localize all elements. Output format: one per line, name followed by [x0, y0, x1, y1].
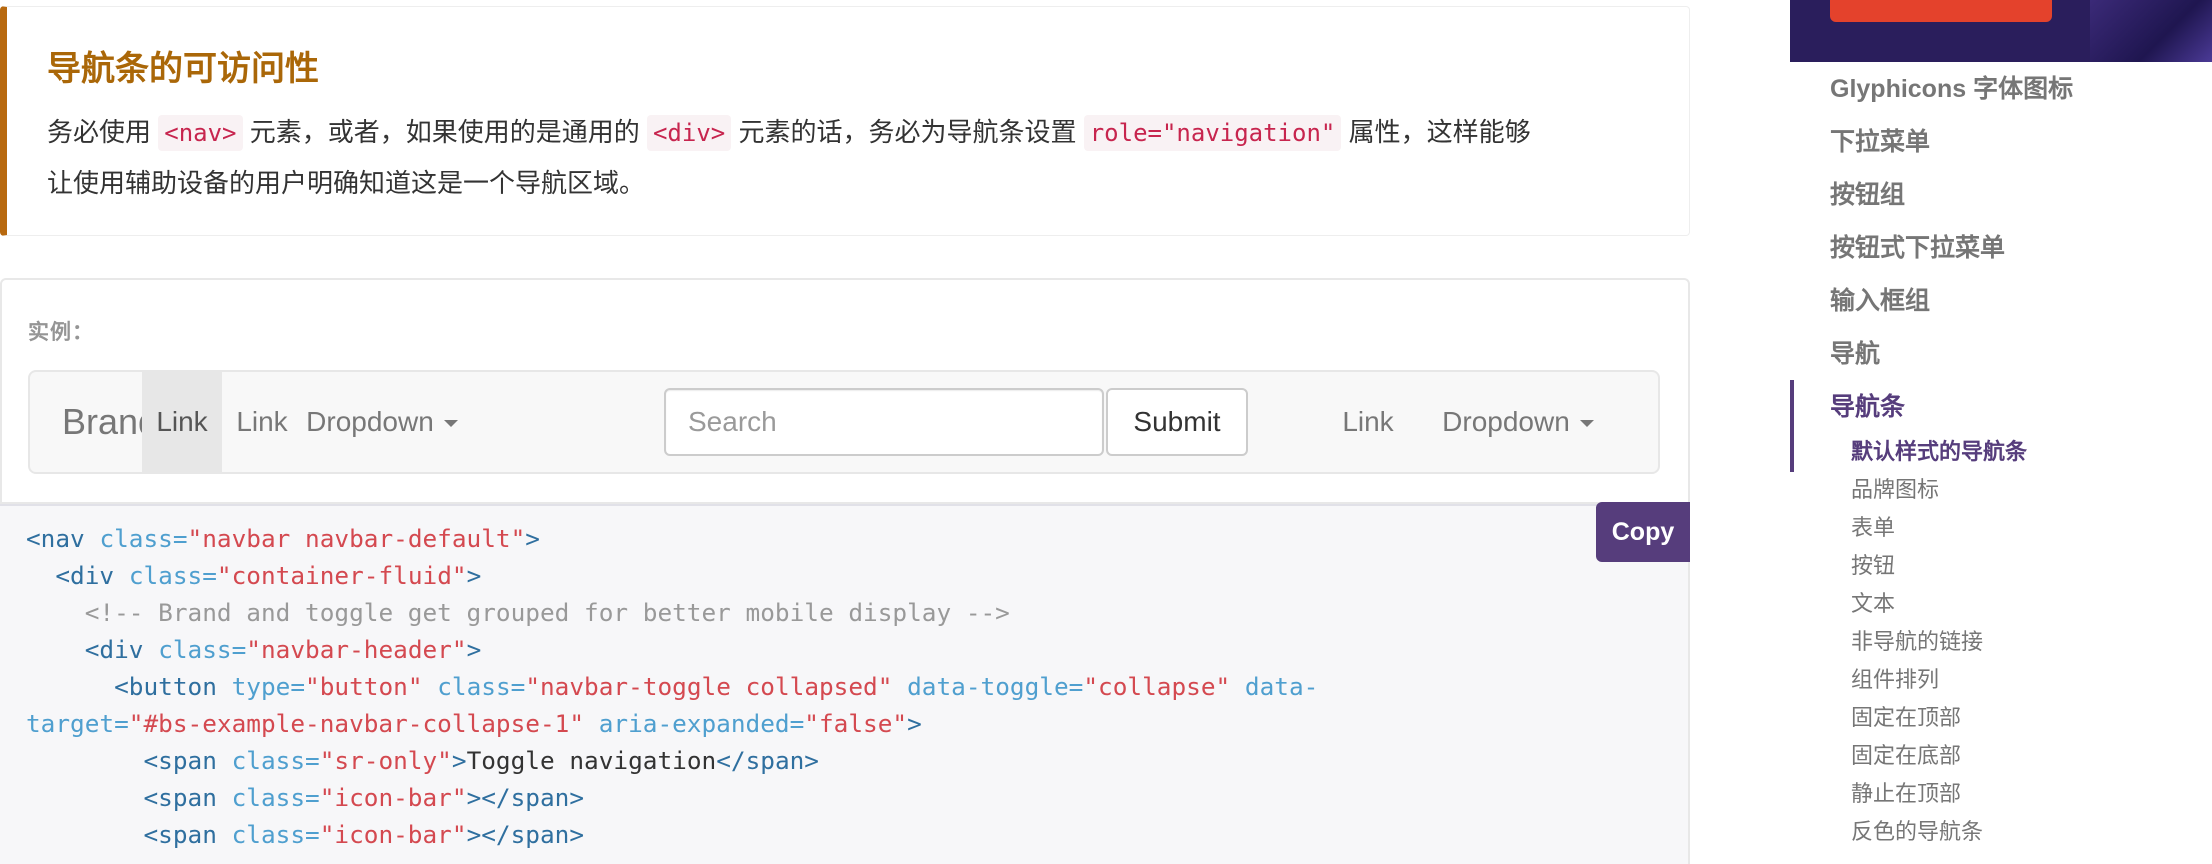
code-tag: ></span> [466, 783, 585, 812]
nav-dropdown-right[interactable]: Dropdown [1428, 372, 1608, 472]
nav-dropdown[interactable]: Dropdown [302, 372, 462, 472]
sidebar-active-indicator [1790, 380, 1794, 472]
sidebar-item-dropdowns[interactable]: 下拉菜单 [1830, 125, 1930, 159]
code-tag: > [466, 635, 482, 664]
inline-code-role: role="navigation" [1083, 115, 1342, 151]
code-tag: > [466, 561, 482, 590]
sidebar-subitem-fixed-bottom[interactable]: 固定在底部 [1851, 741, 1961, 771]
code-tag: ></span> [466, 820, 585, 849]
code-tag: > [525, 524, 540, 553]
sidebar-item-button-dropdowns[interactable]: 按钮式下拉菜单 [1830, 231, 2005, 265]
code-string: "icon-bar" [319, 783, 467, 812]
code-string: "icon-bar" [319, 820, 467, 849]
code-attr: type= [231, 672, 306, 701]
sidebar-subitem-brand-image[interactable]: 品牌图标 [1851, 475, 1939, 505]
accessibility-callout: 导航条的可访问性 务必使用 <nav> 元素，或者，如果使用的是通用的 <div… [0, 6, 1690, 236]
sidebar-subitem-component-alignment[interactable]: 组件排列 [1851, 665, 1939, 695]
example-navbar: Brand Link Link Dropdown Submit Link Dro… [28, 370, 1660, 474]
code-tag: <nav [26, 524, 100, 553]
code-tag: > [451, 746, 467, 775]
caret-down-icon [1579, 420, 1594, 428]
sidebar-item-glyphicons[interactable]: Glyphicons 字体图标 [1830, 72, 2073, 106]
banner-promo-shape [1830, 0, 2052, 22]
sidebar-item-navs[interactable]: 导航 [1830, 337, 1880, 371]
code-attr: data-toggle= [907, 672, 1084, 701]
code-attr: data- [1244, 672, 1319, 701]
code-tag: <span [143, 820, 232, 849]
code-attr: class= [437, 672, 526, 701]
code-string: "navbar-toggle collapsed" [525, 672, 893, 701]
code-content: <nav class="navbar navbar-default"> <div… [26, 520, 1688, 853]
caret-down-icon [443, 420, 458, 428]
nav-link-right[interactable]: Link [1308, 372, 1428, 472]
inline-code-div: <div> [646, 115, 732, 151]
callout-text: 务必使用 <nav> 元素，或者，如果使用的是通用的 <div> 元素的话，务必… [47, 107, 1651, 208]
copy-button[interactable]: Copy [1596, 502, 1690, 562]
callout-text-part: 务必使用 [47, 117, 152, 147]
callout-text-part: 元素的话，务必为导航条设置 [738, 117, 1077, 147]
callout-text-part: 让使用辅助设备的用户明确知道这是一个导航区域。 [47, 168, 646, 198]
code-tag: </span> [716, 746, 819, 775]
sidebar-subitem-text[interactable]: 文本 [1851, 589, 1895, 619]
nav-link-active[interactable]: Link [142, 372, 222, 472]
code-string: "button" [305, 672, 423, 701]
code-tag: > [907, 709, 922, 738]
code-string: "#bs-example-navbar-collapse-1" [128, 709, 585, 738]
code-block: <nav class="navbar navbar-default"> <div… [0, 504, 1690, 864]
code-tag: <span [143, 746, 232, 775]
nav-dropdown-label: Dropdown [1442, 406, 1570, 437]
callout-text-part: 属性，这样能够 [1348, 117, 1531, 147]
nav-dropdown-label: Dropdown [306, 406, 434, 437]
banner-graphic [2090, 0, 2212, 62]
search-input[interactable] [664, 388, 1104, 456]
code-tag: <button [114, 672, 232, 701]
sidebar-subitem-static-top[interactable]: 静止在顶部 [1851, 779, 1961, 809]
sidebar-subitem-non-nav-links[interactable]: 非导航的链接 [1851, 627, 1983, 657]
code-comment: <!-- Brand and toggle get grouped for be… [84, 598, 1010, 627]
code-attr: class= [231, 783, 320, 812]
example-box: 实例： Brand Link Link Dropdown Submit Link… [0, 278, 1690, 504]
sidebar-subitem-forms[interactable]: 表单 [1851, 513, 1895, 543]
code-attr: aria-expanded= [598, 709, 805, 738]
callout-text-part: 元素，或者，如果使用的是通用的 [249, 117, 640, 147]
code-attr: target= [26, 709, 129, 738]
sidebar-ad-banner[interactable] [1790, 0, 2212, 62]
sidebar-item-navbar[interactable]: 导航条 [1830, 390, 1905, 424]
sidebar-subitem-default-navbar[interactable]: 默认样式的导航条 [1851, 437, 2027, 467]
sidebar-item-input-groups[interactable]: 输入框组 [1830, 284, 1930, 318]
sidebar-subitem-fixed-top[interactable]: 固定在顶部 [1851, 703, 1961, 733]
inline-code-nav: <nav> [158, 115, 243, 151]
sidebar-subitem-inverted-navbar[interactable]: 反色的导航条 [1851, 817, 1983, 847]
code-string: "sr-only" [319, 746, 452, 775]
code-attr: class= [231, 746, 320, 775]
code-string: "collapse" [1083, 672, 1231, 701]
code-attr: class= [99, 524, 188, 553]
code-string: "false" [804, 709, 908, 738]
sidebar-subitem-buttons[interactable]: 按钮 [1851, 551, 1895, 581]
code-tag: <div [84, 635, 159, 664]
nav-link[interactable]: Link [222, 372, 302, 472]
code-string: "container-fluid" [216, 561, 467, 590]
code-attr: class= [128, 561, 217, 590]
code-text: Toggle navigation [466, 746, 717, 775]
sidebar-item-button-groups[interactable]: 按钮组 [1830, 178, 1905, 212]
code-attr: class= [231, 820, 320, 849]
code-attr: class= [158, 635, 247, 664]
code-string: "navbar navbar-default" [187, 524, 526, 553]
submit-button[interactable]: Submit [1106, 388, 1248, 456]
code-tag: <span [143, 783, 232, 812]
code-string: "navbar-header" [246, 635, 467, 664]
callout-title: 导航条的可访问性 [47, 50, 319, 88]
code-tag: <div [55, 561, 129, 590]
example-label: 实例： [28, 321, 94, 344]
